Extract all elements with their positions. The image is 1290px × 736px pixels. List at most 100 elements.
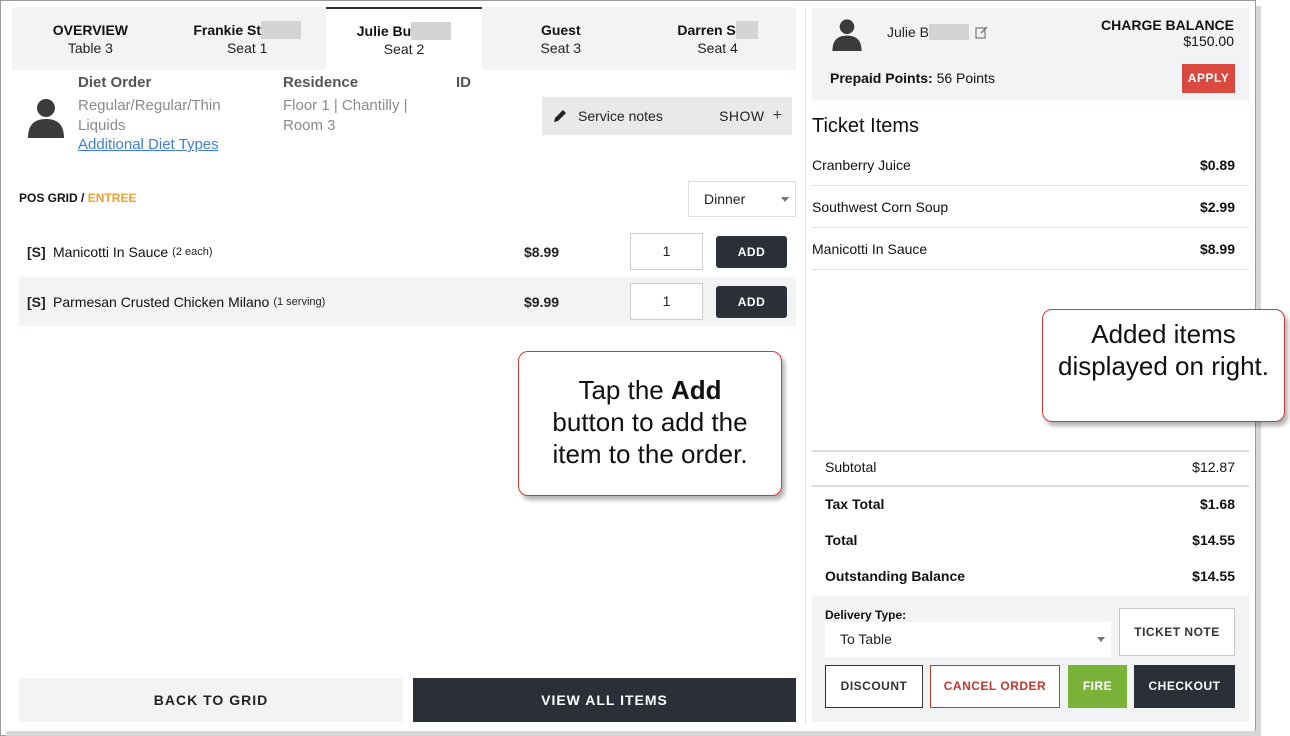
ticket-item-row[interactable]: Cranberry Juice $0.89 xyxy=(812,145,1249,186)
breadcrumb: POS GRID / ENTREE xyxy=(19,191,136,205)
id-heading: ID xyxy=(456,74,471,91)
tab-seat-2[interactable]: Julie Bu Seat 2 xyxy=(325,7,483,70)
tab-title: OVERVIEW xyxy=(52,21,128,38)
ticket-item-price: $8.99 xyxy=(1199,241,1235,257)
ticket-note-button[interactable]: TICKET NOTE xyxy=(1119,608,1235,656)
item-price: $8.99 xyxy=(524,243,560,260)
residence-value: Floor 1 | Chantilly | xyxy=(283,97,408,114)
item-code: [S] xyxy=(27,293,46,310)
outstanding-balance-label: Outstanding Balance xyxy=(825,568,966,584)
panel-divider xyxy=(805,7,806,724)
ticket-items-title: Ticket Items xyxy=(812,115,920,137)
outstanding-balance-row: Outstanding Balance $14.55 xyxy=(812,558,1249,594)
quantity-input[interactable]: 1 xyxy=(630,233,703,270)
menu-item-row: [S] Manicotti In Sauce (2 each) $8.99 1 … xyxy=(19,227,796,276)
order-actions-footer: Delivery Type: To Table TICKET NOTE DISC… xyxy=(812,596,1249,722)
tab-seat-3[interactable]: Guest Seat 3 xyxy=(482,7,639,70)
guest-name-wrap: Julie B xyxy=(887,24,989,40)
delivery-type-select[interactable]: To Table xyxy=(825,622,1111,657)
edit-icon[interactable] xyxy=(975,25,989,39)
total-value: $14.55 xyxy=(1192,532,1235,548)
item-name: Manicotti In Sauce xyxy=(53,243,169,260)
service-notes-show[interactable]: SHOW xyxy=(719,108,765,124)
quantity-input[interactable]: 1 xyxy=(630,283,703,320)
subtotal-value: $12.87 xyxy=(1192,459,1235,475)
tab-subtitle: Seat 2 xyxy=(383,40,425,57)
tab-overview[interactable]: OVERVIEW Table 3 xyxy=(12,7,169,70)
tab-seat-4[interactable]: Darren S Seat 4 xyxy=(639,7,796,70)
breadcrumb-separator: / xyxy=(77,191,88,205)
discount-button[interactable]: DISCOUNT xyxy=(825,665,923,708)
additional-diet-types-link[interactable]: Additional Diet Types xyxy=(78,136,221,153)
tab-subtitle: Seat 4 xyxy=(697,39,738,56)
tab-title: Julie Bu xyxy=(356,22,412,39)
total-row: Total $14.55 xyxy=(812,522,1249,558)
callout-added-items: Added items displayed on right. xyxy=(1042,309,1285,422)
add-button[interactable]: ADD xyxy=(716,285,787,318)
prepaid-points: Prepaid Points: 56 Points xyxy=(830,70,995,86)
menu-item-row: [S] Parmesan Crusted Chicken Milano (1 s… xyxy=(19,277,796,326)
diet-order-value-2: Liquids xyxy=(78,117,126,134)
service-notes-bar[interactable]: Service notes SHOW + xyxy=(542,97,792,135)
tax-label: Tax Total xyxy=(825,496,885,512)
residence-heading: Residence xyxy=(283,74,359,91)
avatar xyxy=(830,17,864,51)
breadcrumb-current: ENTREE xyxy=(87,191,137,205)
subtotal-label: Subtotal xyxy=(825,459,877,475)
callout-text-pre: Tap the xyxy=(578,375,671,405)
plus-icon: + xyxy=(772,107,782,124)
tab-subtitle: Table 3 xyxy=(67,39,113,56)
outstanding-balance-value: $14.55 xyxy=(1192,568,1235,584)
tab-title: Darren S xyxy=(677,21,736,38)
guest-name: Julie B xyxy=(887,24,930,40)
redaction-blur xyxy=(929,24,970,40)
back-to-grid-button[interactable]: BACK TO GRID xyxy=(19,678,403,722)
tab-title-wrap: Darren S xyxy=(677,20,758,39)
chevron-down-icon xyxy=(1097,637,1105,642)
view-all-items-button[interactable]: VIEW ALL ITEMS xyxy=(413,678,796,722)
item-name: Parmesan Crusted Chicken Milano xyxy=(53,293,270,310)
apply-button[interactable]: APPLY xyxy=(1182,64,1235,93)
ticket-item-row[interactable]: Manicotti In Sauce $8.99 xyxy=(812,229,1249,270)
delivery-type-label: Delivery Type: xyxy=(825,608,907,622)
tab-subtitle: Seat 3 xyxy=(540,39,582,56)
avatar xyxy=(25,96,67,138)
ticket-item-name: Southwest Corn Soup xyxy=(812,199,949,215)
ticket-item-name: Cranberry Juice xyxy=(812,157,911,173)
guest-summary-header: Julie B CHARGE BALANCE $150.00 Prepaid P… xyxy=(812,8,1249,100)
meal-period-value: Dinner xyxy=(704,191,746,207)
callout-text-post: button to add the item to the order. xyxy=(552,407,748,469)
ticket-item-row[interactable]: Southwest Corn Soup $2.99 xyxy=(812,187,1249,228)
fire-button[interactable]: FIRE xyxy=(1068,665,1127,708)
diet-order-block: Diet Order Regular/Regular/Thin Liquids … xyxy=(78,74,221,153)
breadcrumb-root[interactable]: POS GRID xyxy=(19,191,78,205)
callout-text-bold: Add xyxy=(670,375,722,405)
prepaid-points-label: Prepaid Points: xyxy=(830,70,933,86)
residence-block: Residence Floor 1 | Chantilly | Room 3 xyxy=(283,74,408,136)
seat-tabs: OVERVIEW Table 3 Frankie St Seat 1 Julie… xyxy=(12,7,796,70)
charge-balance-value: $150.00 xyxy=(1183,33,1234,49)
checkout-button[interactable]: CHECKOUT xyxy=(1134,665,1235,708)
item-portion: (2 each) xyxy=(172,245,213,258)
tax-row: Tax Total $1.68 xyxy=(812,486,1249,522)
tab-title: Guest xyxy=(540,21,581,38)
diet-order-heading: Diet Order xyxy=(78,74,152,91)
window-shadow-bottom xyxy=(6,731,1261,736)
ticket-item-name: Manicotti In Sauce xyxy=(812,241,928,257)
tab-seat-1[interactable]: Frankie St Seat 1 xyxy=(169,7,326,70)
callout-text: Added items displayed on right. xyxy=(1057,319,1270,381)
total-label: Total xyxy=(825,532,858,548)
meal-period-select[interactable]: Dinner xyxy=(688,181,796,217)
item-portion: (1 serving) xyxy=(273,295,326,308)
residence-value-2: Room 3 xyxy=(283,117,336,134)
item-price: $9.99 xyxy=(524,293,560,310)
tab-title: Frankie St xyxy=(193,21,262,38)
ticket-item-price: $0.89 xyxy=(1199,157,1235,173)
chevron-down-icon xyxy=(781,197,789,202)
add-button[interactable]: ADD xyxy=(716,235,787,268)
cancel-order-button[interactable]: CANCEL ORDER xyxy=(930,665,1060,708)
service-notes-label: Service notes xyxy=(578,108,663,124)
charge-balance: CHARGE BALANCE $150.00 xyxy=(1101,17,1234,49)
callout-add-instruction: Tap the Add button to add the item to th… xyxy=(518,351,782,496)
pencil-icon xyxy=(554,110,566,122)
